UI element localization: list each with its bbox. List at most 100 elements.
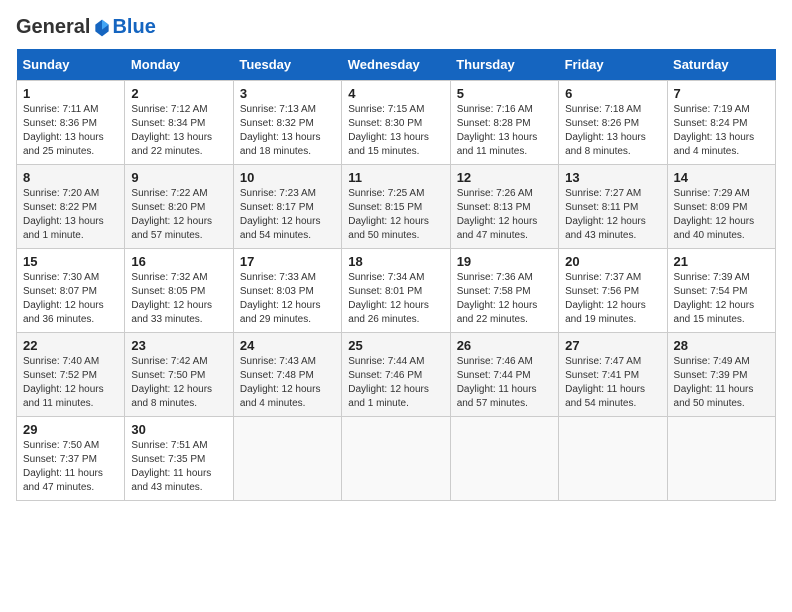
logo-icon [92,18,112,38]
day-detail: Sunrise: 7:37 AM Sunset: 7:56 PM Dayligh… [565,271,660,327]
calendar-cell [450,417,558,501]
day-detail: Sunrise: 7:42 AM Sunset: 7:50 PM Dayligh… [131,355,226,411]
calendar-cell: 2 Sunrise: 7:12 AM Sunset: 8:34 PM Daylig… [125,81,233,165]
day-number: 18 [348,254,443,269]
day-number: 4 [348,86,443,101]
day-detail: Sunrise: 7:49 AM Sunset: 7:39 PM Dayligh… [674,355,769,411]
calendar-cell: 22Sunrise: 7:40 AM Sunset: 7:52 PM Dayli… [17,333,125,417]
day-detail: Sunrise: 7:50 AM Sunset: 7:37 PM Dayligh… [23,439,118,495]
calendar-cell: 16Sunrise: 7:32 AM Sunset: 8:05 PM Dayli… [125,249,233,333]
day-number: 21 [674,254,769,269]
day-number: 17 [240,254,335,269]
calendar-cell: 5 Sunrise: 7:16 AM Sunset: 8:28 PM Daylig… [450,81,558,165]
day-detail: Sunrise: 7:25 AM Sunset: 8:15 PM Dayligh… [348,187,443,243]
logo-general-text: General [16,16,90,39]
calendar-cell: 1 Sunrise: 7:11 AM Sunset: 8:36 PM Daylig… [17,81,125,165]
day-detail: Sunrise: 7:18 AM Sunset: 8:26 PM Dayligh… [565,103,660,159]
calendar-cell: 9 Sunrise: 7:22 AM Sunset: 8:20 PM Daylig… [125,165,233,249]
day-number: 28 [674,338,769,353]
day-number: 25 [348,338,443,353]
calendar-cell: 4 Sunrise: 7:15 AM Sunset: 8:30 PM Daylig… [342,81,450,165]
day-detail: Sunrise: 7:32 AM Sunset: 8:05 PM Dayligh… [131,271,226,327]
day-number: 9 [131,170,226,185]
day-detail: Sunrise: 7:13 AM Sunset: 8:32 PM Dayligh… [240,103,335,159]
calendar-cell: 17Sunrise: 7:33 AM Sunset: 8:03 PM Dayli… [233,249,341,333]
calendar-cell [233,417,341,501]
day-detail: Sunrise: 7:34 AM Sunset: 8:01 PM Dayligh… [348,271,443,327]
calendar-week-row: 22Sunrise: 7:40 AM Sunset: 7:52 PM Dayli… [17,333,776,417]
day-number: 11 [348,170,443,185]
calendar-cell: 18 Sunrise: 7:34 AM Sunset: 8:01 PM Dayli… [342,249,450,333]
day-number: 15 [23,254,118,269]
day-number: 29 [23,422,118,437]
col-sunday: Sunday [17,49,125,81]
calendar-week-row: 29 Sunrise: 7:50 AM Sunset: 7:37 PM Dayli… [17,417,776,501]
calendar-cell: 12Sunrise: 7:26 AM Sunset: 8:13 PM Dayli… [450,165,558,249]
day-detail: Sunrise: 7:19 AM Sunset: 8:24 PM Dayligh… [674,103,769,159]
calendar-cell: 15 Sunrise: 7:30 AM Sunset: 8:07 PM Dayli… [17,249,125,333]
day-detail: Sunrise: 7:16 AM Sunset: 8:28 PM Dayligh… [457,103,552,159]
day-number: 14 [674,170,769,185]
calendar-cell: 8 Sunrise: 7:20 AM Sunset: 8:22 PM Daylig… [17,165,125,249]
day-number: 20 [565,254,660,269]
logo-blue-text: Blue [112,16,155,39]
calendar-cell: 30 Sunrise: 7:51 AM Sunset: 7:35 PM Dayli… [125,417,233,501]
day-number: 5 [457,86,552,101]
day-number: 27 [565,338,660,353]
day-detail: Sunrise: 7:30 AM Sunset: 8:07 PM Dayligh… [23,271,118,327]
day-number: 13 [565,170,660,185]
calendar-cell: 6Sunrise: 7:18 AM Sunset: 8:26 PM Daylig… [559,81,667,165]
calendar-cell: 3 Sunrise: 7:13 AM Sunset: 8:32 PM Daylig… [233,81,341,165]
calendar-cell [667,417,775,501]
col-thursday: Thursday [450,49,558,81]
day-detail: Sunrise: 7:29 AM Sunset: 8:09 PM Dayligh… [674,187,769,243]
day-number: 2 [131,86,226,101]
calendar-cell: 11 Sunrise: 7:25 AM Sunset: 8:15 PM Dayli… [342,165,450,249]
day-number: 7 [674,86,769,101]
day-detail: Sunrise: 7:15 AM Sunset: 8:30 PM Dayligh… [348,103,443,159]
col-monday: Monday [125,49,233,81]
day-number: 26 [457,338,552,353]
day-detail: Sunrise: 7:12 AM Sunset: 8:34 PM Dayligh… [131,103,226,159]
col-wednesday: Wednesday [342,49,450,81]
day-number: 24 [240,338,335,353]
day-number: 23 [131,338,226,353]
day-number: 8 [23,170,118,185]
day-detail: Sunrise: 7:47 AM Sunset: 7:41 PM Dayligh… [565,355,660,411]
col-tuesday: Tuesday [233,49,341,81]
day-number: 3 [240,86,335,101]
calendar-cell: 13 Sunrise: 7:27 AM Sunset: 8:11 PM Dayli… [559,165,667,249]
calendar-cell: 14 Sunrise: 7:29 AM Sunset: 8:09 PM Dayli… [667,165,775,249]
col-saturday: Saturday [667,49,775,81]
header-row: Sunday Monday Tuesday Wednesday Thursday… [17,49,776,81]
day-detail: Sunrise: 7:44 AM Sunset: 7:46 PM Dayligh… [348,355,443,411]
logo: General Blue [16,16,156,39]
calendar-cell: 25 Sunrise: 7:44 AM Sunset: 7:46 PM Dayli… [342,333,450,417]
calendar-cell: 21 Sunrise: 7:39 AM Sunset: 7:54 PM Dayli… [667,249,775,333]
day-detail: Sunrise: 7:51 AM Sunset: 7:35 PM Dayligh… [131,439,226,495]
col-friday: Friday [559,49,667,81]
calendar-cell: 7 Sunrise: 7:19 AM Sunset: 8:24 PM Daylig… [667,81,775,165]
day-detail: Sunrise: 7:39 AM Sunset: 7:54 PM Dayligh… [674,271,769,327]
day-detail: Sunrise: 7:20 AM Sunset: 8:22 PM Dayligh… [23,187,118,243]
day-number: 22 [23,338,118,353]
calendar-cell: 23 Sunrise: 7:42 AM Sunset: 7:50 PM Dayli… [125,333,233,417]
day-detail: Sunrise: 7:11 AM Sunset: 8:36 PM Dayligh… [23,103,118,159]
calendar-cell: 27 Sunrise: 7:47 AM Sunset: 7:41 PM Dayli… [559,333,667,417]
calendar-week-row: 15 Sunrise: 7:30 AM Sunset: 8:07 PM Dayli… [17,249,776,333]
day-number: 12 [457,170,552,185]
calendar-cell: 28 Sunrise: 7:49 AM Sunset: 7:39 PM Dayli… [667,333,775,417]
day-number: 30 [131,422,226,437]
calendar-cell: 24Sunrise: 7:43 AM Sunset: 7:48 PM Dayli… [233,333,341,417]
day-number: 1 [23,86,118,101]
calendar-cell: 10Sunrise: 7:23 AM Sunset: 8:17 PM Dayli… [233,165,341,249]
calendar-week-row: 1 Sunrise: 7:11 AM Sunset: 8:36 PM Daylig… [17,81,776,165]
day-detail: Sunrise: 7:27 AM Sunset: 8:11 PM Dayligh… [565,187,660,243]
calendar-cell [342,417,450,501]
day-detail: Sunrise: 7:22 AM Sunset: 8:20 PM Dayligh… [131,187,226,243]
page-header: General Blue [16,16,776,39]
calendar-cell [559,417,667,501]
day-detail: Sunrise: 7:46 AM Sunset: 7:44 PM Dayligh… [457,355,552,411]
day-number: 19 [457,254,552,269]
calendar-cell: 19Sunrise: 7:36 AM Sunset: 7:58 PM Dayli… [450,249,558,333]
